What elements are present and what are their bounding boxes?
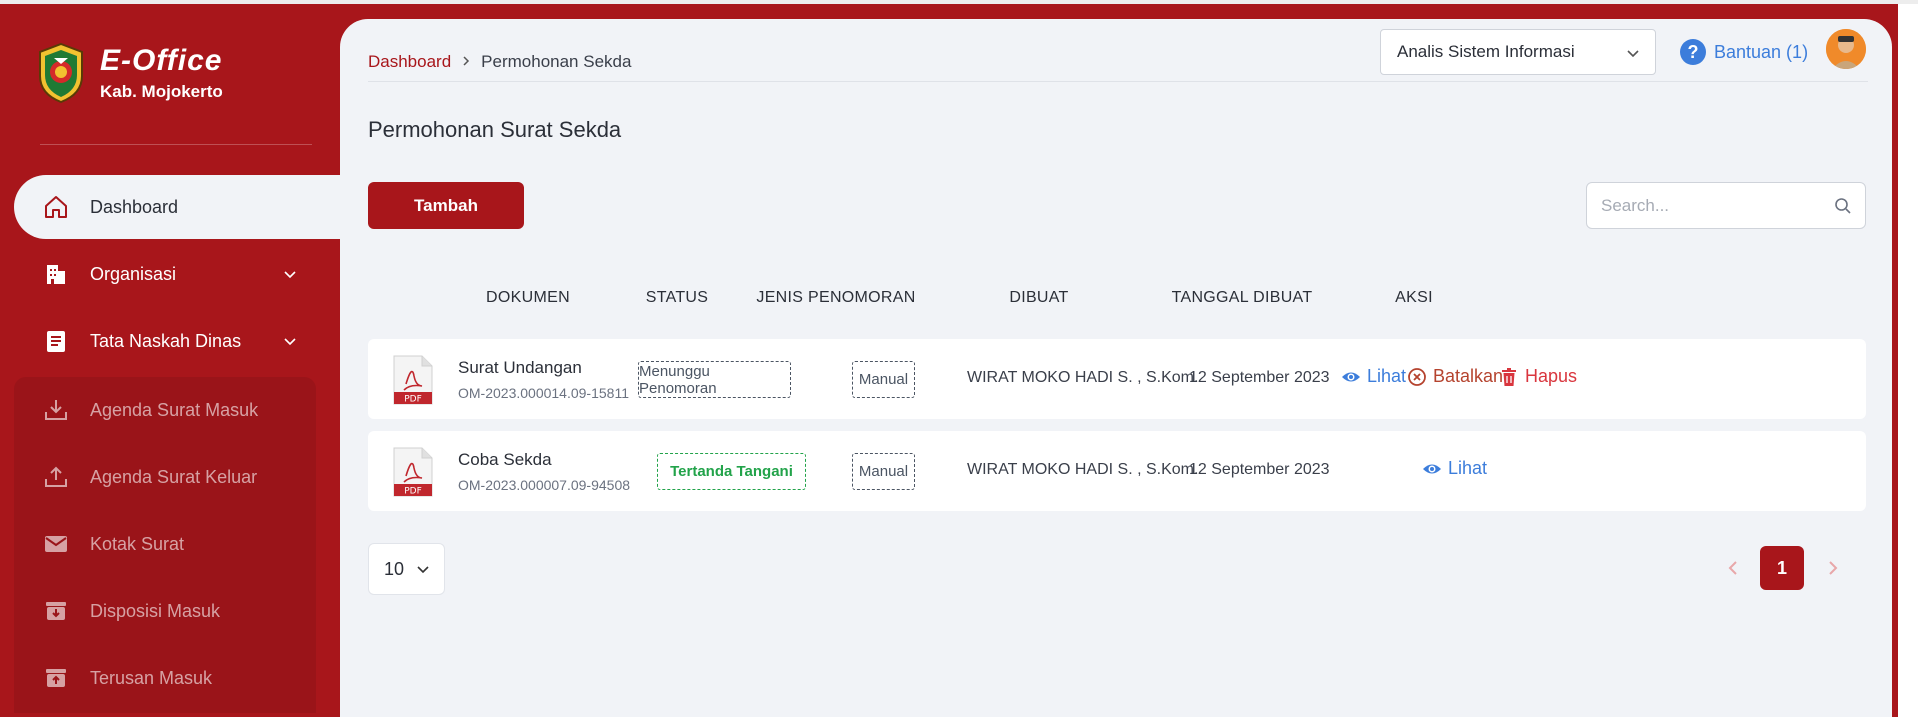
add-button[interactable]: Tambah [368,182,524,229]
main-panel: Dashboard Permohonan Sekda Analis Sistem… [340,19,1892,717]
column-header-dibuat: DIBUAT [1009,289,1069,306]
jenis-badge: Manual [852,453,915,490]
home-icon [42,193,70,221]
sidebar-item-agenda-surat-masuk[interactable]: Agenda Surat Masuk [14,380,316,440]
sidebar-item-organisasi[interactable]: Organisasi [14,242,340,306]
document-icon [42,327,70,355]
x-circle-icon [1408,367,1426,386]
document-name[interactable]: Coba Sekda [458,450,552,470]
mail-icon [42,530,70,558]
search-input[interactable] [1586,182,1866,229]
document-name[interactable]: Surat Undangan [458,358,582,378]
status-badge: Menunggu Penomoran [638,361,791,398]
download-icon [42,396,70,424]
delete-button[interactable]: Hapus [1499,366,1577,387]
chevron-right-icon [461,54,471,70]
sidebar-item-label: Agenda Surat Masuk [90,399,259,420]
delete-label: Hapus [1525,366,1578,386]
eye-icon [1423,464,1441,473]
document-code: OM-2023.000014.09-15811 [458,385,629,401]
browser-scrollbar-track[interactable] [1898,4,1918,717]
header-divider [368,81,1868,82]
jenis-badge: Manual [852,361,915,398]
help-link[interactable]: ? Bantuan (1) [1680,39,1808,65]
breadcrumb-current: Permohonan Sekda [481,52,632,71]
chevron-down-icon [417,566,429,574]
table-row: PDF Surat Undangan OM-2023.000014.09-158… [368,339,1866,419]
eye-icon [1342,372,1360,381]
upload-icon [42,463,70,491]
breadcrumb-home-link[interactable]: Dashboard [368,52,451,72]
created-date: 12 September 2023 [1189,369,1330,386]
cancel-button[interactable]: Batalkan [1407,366,1503,387]
trash-icon [1502,367,1516,386]
breadcrumb: Dashboard Permohonan Sekda [368,52,631,72]
pdf-icon: PDF [393,355,433,405]
sidebar-item-label: Kotak Surat [90,533,185,554]
sidebar-item-label: Agenda Surat Keluar [90,466,258,487]
avatar[interactable] [1826,29,1866,69]
sidebar-item-disposisi-masuk[interactable]: Disposisi Masuk [14,581,316,641]
sidebar-item-label: Tata Naskah Dinas [90,330,242,351]
per-page-value: 10 [384,558,405,579]
sidebar-item-label: Organisasi [90,263,177,284]
page-button-current[interactable]: 1 [1760,546,1804,590]
role-select-value: Analis Sistem Informasi [1397,42,1575,61]
per-page-select[interactable]: 10 [368,543,445,595]
sidebar-item-label: Terusan Masuk [90,667,213,688]
chevron-down-icon [284,271,296,279]
chevron-down-icon [1627,50,1639,58]
chevron-left-icon[interactable] [1724,557,1742,579]
table-row: PDF Coba Sekda OM-2023.000007.09-94508 T… [368,431,1866,511]
column-header-tanggal-dibuat: TANGGAL DIBUAT [1171,289,1313,306]
view-button[interactable]: Lihat [1341,366,1406,387]
question-icon: ? [1680,39,1706,65]
status-badge: Tertanda Tangani [657,453,806,490]
creator-name: WIRAT MOKO HADI S. , S.Kom. [967,461,1199,478]
sidebar-item-agenda-surat-keluar[interactable]: Agenda Surat Keluar [14,447,316,507]
creator-name: WIRAT MOKO HADI S. , S.Kom. [967,369,1199,386]
pdf-icon: PDF [393,447,433,497]
box-in-icon [42,597,70,625]
cancel-label: Batalkan [1433,366,1504,386]
chevron-right-icon[interactable] [1824,557,1842,579]
box-up-icon [42,664,70,692]
page-title: Permohonan Surat Sekda [368,117,622,142]
view-button[interactable]: Lihat [1422,458,1487,479]
column-header-aksi: AKSI [1395,289,1433,306]
sidebar-item-tata-naskah-dinas[interactable]: Tata Naskah Dinas [14,309,340,373]
help-label: Bantuan (1) [1714,41,1809,62]
svg-text:PDF: PDF [404,487,422,497]
role-select[interactable]: Analis Sistem Informasi [1380,29,1656,75]
sidebar-item-label: Dashboard [90,196,179,217]
column-header-jenis-penomoran: JENIS PENOMORAN [756,289,916,306]
svg-text:PDF: PDF [404,395,422,405]
created-date: 12 September 2023 [1189,461,1330,478]
building-icon [42,260,70,288]
sidebar-item-label: Disposisi Masuk [90,600,221,621]
view-label: Lihat [1367,366,1407,386]
chevron-down-icon [284,338,296,346]
search-icon[interactable] [1834,197,1852,215]
document-code: OM-2023.000007.09-94508 [458,477,631,493]
sidebar-item-kotak-surat[interactable]: Kotak Surat [14,514,316,574]
sidebar-item-terusan-masuk[interactable]: Terusan Masuk [14,648,316,708]
sidebar-item-dashboard[interactable]: Dashboard [14,175,354,239]
view-label: Lihat [1448,458,1488,478]
